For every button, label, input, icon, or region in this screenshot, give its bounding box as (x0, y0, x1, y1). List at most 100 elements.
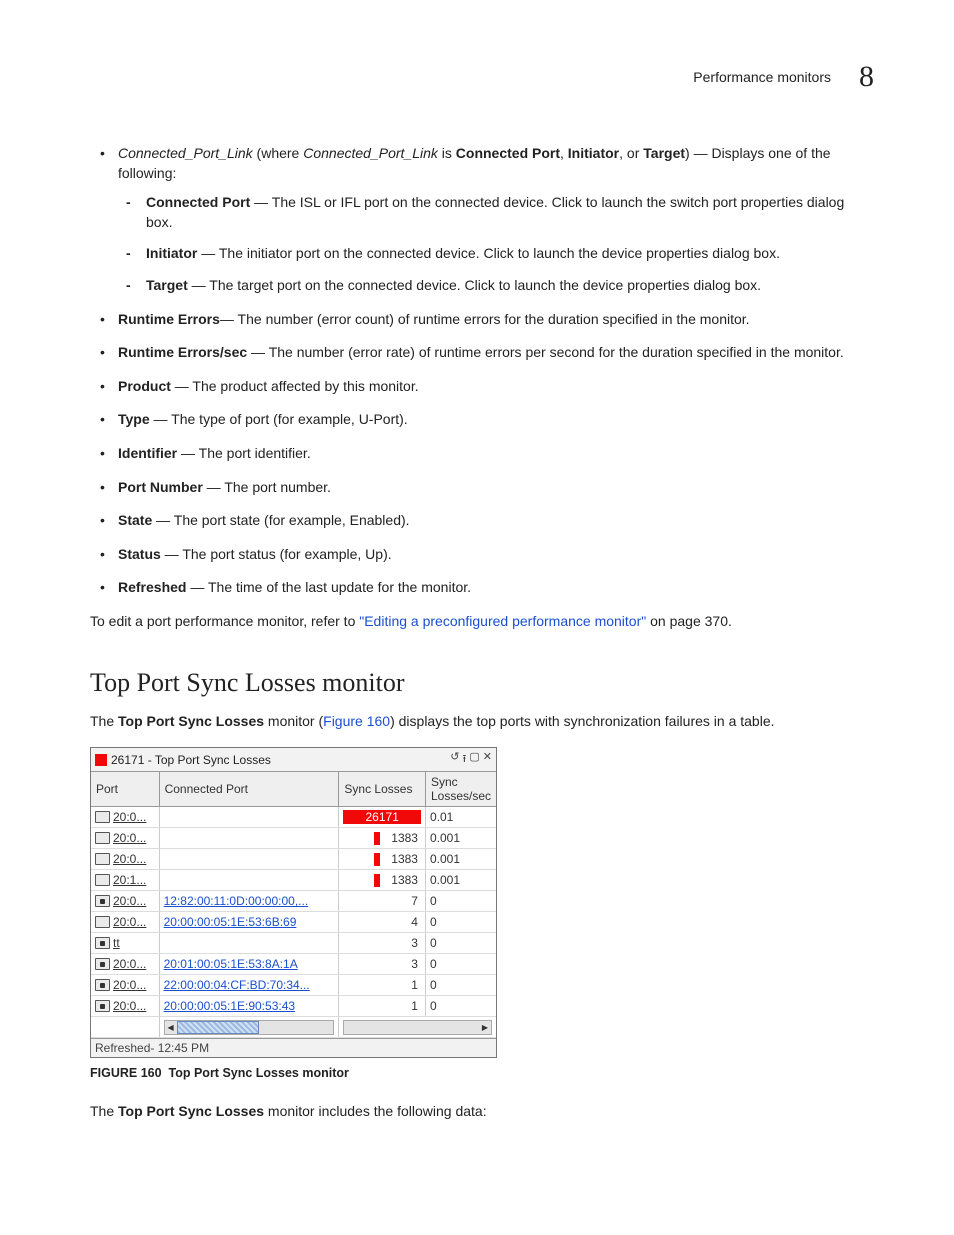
term: Product (118, 378, 171, 394)
intro-paragraph: The Top Port Sync Losses monitor (Figure… (90, 712, 874, 732)
text: The (90, 713, 118, 729)
term: Runtime Errors (118, 311, 220, 327)
connected-port-link[interactable]: 20:01:00:05:1E:53:8A:1A (164, 957, 298, 971)
text: is (438, 145, 456, 161)
connected-port-link[interactable]: 20:00:00:05:1E:90:53:43 (164, 999, 295, 1013)
list-item: Runtime Errors/sec — The number (error r… (90, 343, 874, 363)
text: The (90, 1103, 118, 1119)
table-row[interactable]: 20:0... 12:82:00:11:0D:00:00:00,... 70 (91, 891, 496, 912)
opt: Target (643, 145, 685, 161)
term: Connected_Port_Link (303, 145, 438, 161)
port-link[interactable]: 20:0... (113, 915, 146, 929)
port-link[interactable]: 20:0... (113, 831, 146, 845)
term: Type (118, 411, 150, 427)
figure-ref-link[interactable]: Figure 160 (323, 713, 390, 729)
sync-value: 3 (384, 936, 421, 950)
outro-paragraph: The Top Port Sync Losses monitor include… (90, 1102, 874, 1122)
port-link[interactable]: 20:1... (113, 873, 146, 887)
table-row[interactable]: 20:1... 1383 0.001 (91, 870, 496, 891)
port-link[interactable]: 20:0... (113, 999, 146, 1013)
sync-losses-cell: 3 (339, 933, 426, 954)
col-header-sync-losses-sec[interactable]: Sync Losses/sec (425, 772, 496, 807)
device-icon (95, 853, 110, 865)
table-row[interactable]: 20:0...20:00:00:05:1E:90:53:4310 (91, 996, 496, 1017)
port-link[interactable]: 20:0... (113, 978, 146, 992)
page-header: Performance monitors 8 (90, 60, 874, 94)
sync-value: 1 (384, 978, 421, 992)
sync-rate-cell: 0.01 (425, 807, 496, 828)
close-icon[interactable]: ✕ (483, 750, 492, 769)
text: ) displays the top ports with synchroniz… (390, 713, 774, 729)
port-link[interactable]: 20:0... (113, 957, 146, 971)
list-item: Refreshed — The time of the last update … (90, 578, 874, 598)
port-link[interactable]: 20:0... (113, 810, 146, 824)
table-row[interactable]: 20:0...22:00:00:04:CF:BD:70:34...10 (91, 975, 496, 996)
horizontal-scrollbar[interactable]: ▶ (343, 1020, 492, 1035)
connected-port-link[interactable]: 20:00:00:05:1E:53:6B:69 (164, 915, 297, 929)
table-row[interactable]: 20:0... 261710.01 (91, 807, 496, 828)
figure-number: FIGURE 160 (90, 1066, 162, 1080)
widget-titlebar: 26171 - Top Port Sync Losses ↺ ⭱ ▢ ✕ (91, 748, 496, 772)
widget-footer: Refreshed- 12:45 PM (91, 1038, 496, 1057)
col-header-port[interactable]: Port (91, 772, 159, 807)
chapter-number: 8 (859, 60, 874, 94)
text: — The port status (for example, Up). (161, 546, 392, 562)
text: — The type of port (for example, U-Port)… (150, 411, 408, 427)
table-row[interactable]: 20:0...20:00:00:05:1E:53:6B:6940 (91, 912, 496, 933)
sync-rate-cell: 0 (425, 891, 496, 912)
sync-losses-cell: 3 (339, 954, 426, 975)
term: Top Port Sync Losses (118, 1103, 264, 1119)
port-link[interactable]: 20:0... (113, 894, 146, 908)
device-icon (95, 874, 110, 886)
sync-losses-cell: 1383 (339, 849, 426, 870)
list-item: Runtime Errors— The number (error count)… (90, 310, 874, 330)
list-item: Status — The port status (for example, U… (90, 545, 874, 565)
device-icon (95, 937, 110, 949)
sync-value: 1383 (384, 873, 421, 887)
scroll-right-icon[interactable]: ▶ (479, 1023, 491, 1032)
maximize-icon[interactable]: ▢ (469, 750, 479, 769)
refresh-icon[interactable]: ↺ (450, 750, 459, 769)
text: — The ISL or IFL port on the connected d… (146, 194, 844, 230)
table-row[interactable]: 20:0...13830.001 (91, 828, 496, 849)
horizontal-scrollbar[interactable]: ◀ (164, 1020, 335, 1035)
sync-value: 1383 (384, 852, 421, 866)
scroll-left-icon[interactable]: ◀ (165, 1023, 177, 1032)
device-icon (95, 916, 110, 928)
device-icon (95, 832, 110, 844)
sync-losses-cell: 1383 (339, 870, 426, 891)
text: on page 370. (646, 613, 732, 629)
collapse-icon[interactable]: ⭱ (463, 750, 467, 769)
list-item: Port Number — The port number. (90, 478, 874, 498)
table-row[interactable]: tt30 (91, 933, 496, 954)
col-header-sync-losses[interactable]: Sync Losses (339, 772, 426, 807)
port-link[interactable]: 20:0... (113, 852, 146, 866)
term: Status (118, 546, 161, 562)
device-icon (95, 958, 110, 970)
scroll-thumb[interactable] (177, 1021, 259, 1034)
text: — The number (error rate) of runtime err… (247, 344, 844, 360)
connected-port-link[interactable]: 12:82:00:11:0D:00:00:00,... (164, 894, 309, 908)
sync-rate-cell: 0 (425, 912, 496, 933)
term: State (118, 512, 152, 528)
term: Runtime Errors/sec (118, 344, 247, 360)
port-link[interactable]: tt (113, 936, 120, 950)
text: To edit a port performance monitor, refe… (90, 613, 359, 629)
sync-rate-cell: 0.001 (425, 870, 496, 891)
edit-note: To edit a port performance monitor, refe… (90, 612, 874, 632)
device-icon (95, 811, 110, 823)
col-header-connected-port[interactable]: Connected Port (159, 772, 339, 807)
widget-controls: ↺ ⭱ ▢ ✕ (450, 750, 492, 769)
device-icon (95, 979, 110, 991)
term: Connected Port (146, 194, 250, 210)
sync-value: 7 (384, 894, 421, 908)
opt: Connected Port (456, 145, 560, 161)
connected-port-link[interactable]: 22:00:00:04:CF:BD:70:34... (164, 978, 310, 992)
table-row[interactable]: 20:0...13830.001 (91, 849, 496, 870)
cross-ref-link[interactable]: "Editing a preconfigured performance mon… (359, 613, 646, 629)
table-row[interactable]: 20:0...20:01:00:05:1E:53:8A:1A30 (91, 954, 496, 975)
widget-title: 26171 - Top Port Sync Losses (111, 753, 271, 767)
sync-losses-cell: 26171 (339, 807, 426, 828)
bar-icon (374, 853, 380, 866)
text: — The target port on the connected devic… (188, 277, 761, 293)
